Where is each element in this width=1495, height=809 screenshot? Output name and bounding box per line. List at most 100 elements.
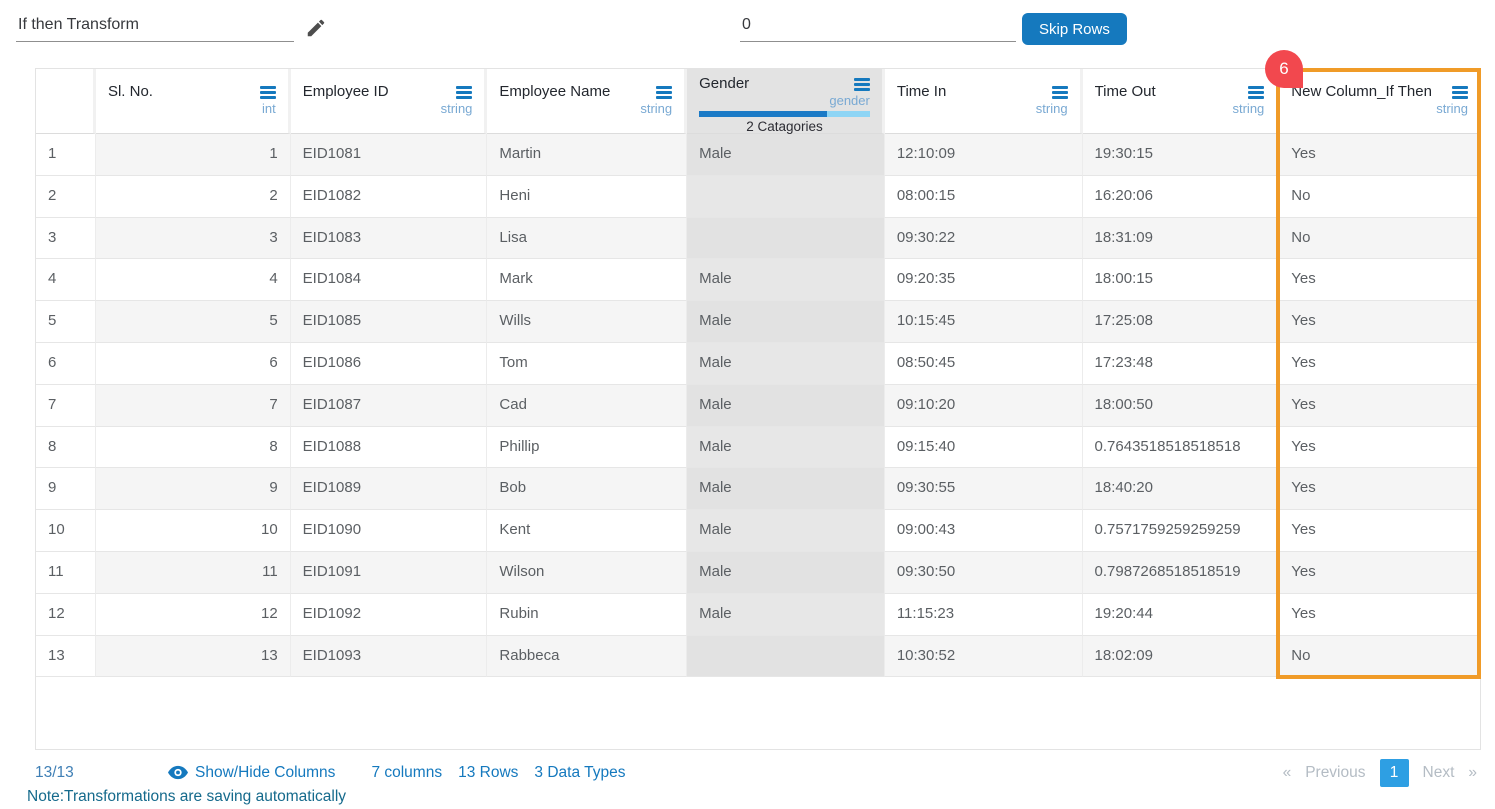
cell-sl: 5 [96, 301, 291, 343]
column-name: New Column_If Then [1291, 83, 1432, 100]
cell-new_col: Yes [1279, 510, 1480, 552]
cell-time_out: 18:02:09 [1083, 636, 1280, 678]
cell-eid: EID1091 [291, 552, 488, 594]
cell-sl: 13 [96, 636, 291, 678]
cell-rownum: 7 [36, 385, 96, 427]
cell-sl: 10 [96, 510, 291, 552]
cell-sl: 11 [96, 552, 291, 594]
previous-page-button[interactable]: Previous [1305, 764, 1365, 782]
cell-new_col: Yes [1279, 385, 1480, 427]
table-body: 11EID1081MartinMale12:10:0919:30:15Yes22… [36, 134, 1480, 677]
column-name: Sl. No. [108, 83, 153, 100]
cell-eid: EID1090 [291, 510, 488, 552]
cell-name: Rabbeca [487, 636, 687, 678]
cell-name: Tom [487, 343, 687, 385]
table-row: 99EID1089BobMale09:30:5518:40:20Yes [36, 468, 1480, 510]
cell-time_in: 09:30:22 [885, 218, 1083, 260]
skip-rows-button[interactable]: Skip Rows [1022, 13, 1127, 45]
cell-time_in: 08:00:15 [885, 176, 1083, 218]
table-row: 22EID1082Heni08:00:1516:20:06No [36, 176, 1480, 218]
cell-time_out: 19:20:44 [1083, 594, 1280, 636]
cell-sl: 2 [96, 176, 291, 218]
column-name: Gender [699, 75, 749, 92]
cell-gender: Male [687, 259, 885, 301]
column-menu-icon[interactable] [1248, 83, 1264, 99]
cell-time_in: 09:15:40 [885, 427, 1083, 469]
column-header-time_out[interactable]: Time Outstring [1083, 69, 1280, 134]
cell-eid: EID1081 [291, 134, 488, 176]
table-row: 88EID1088PhillipMale09:15:400.7643518518… [36, 427, 1480, 469]
cell-time_out: 0.7643518518518518 [1083, 427, 1280, 469]
pagination: « Previous 1 Next » [1283, 759, 1477, 787]
cell-time_out: 17:25:08 [1083, 301, 1280, 343]
column-type-label: string [499, 101, 672, 116]
cell-time_out: 16:20:06 [1083, 176, 1280, 218]
column-header-name[interactable]: Employee Namestring [487, 69, 687, 134]
column-name: Time In [897, 83, 946, 100]
cell-new_col: No [1279, 176, 1480, 218]
cell-new_col: No [1279, 636, 1480, 678]
cell-eid: EID1085 [291, 301, 488, 343]
cell-eid: EID1083 [291, 218, 488, 260]
column-menu-icon[interactable] [656, 83, 672, 99]
column-header-time_in[interactable]: Time Instring [885, 69, 1083, 134]
table-row: 44EID1084MarkMale09:20:3518:00:15Yes [36, 259, 1480, 301]
cell-rownum: 6 [36, 343, 96, 385]
cell-rownum: 5 [36, 301, 96, 343]
cell-new_col: Yes [1279, 301, 1480, 343]
column-menu-icon[interactable] [1052, 83, 1068, 99]
cell-gender: Male [687, 510, 885, 552]
step-badge: 6 [1265, 50, 1303, 88]
show-hide-columns-button[interactable]: Show/Hide Columns [168, 764, 335, 782]
current-page-button[interactable]: 1 [1380, 759, 1409, 787]
column-header-gender[interactable]: Gendergender2 Catagories [687, 69, 885, 134]
cell-gender: Male [687, 385, 885, 427]
cell-rownum: 10 [36, 510, 96, 552]
cell-name: Lisa [487, 218, 687, 260]
cell-eid: EID1082 [291, 176, 488, 218]
cell-sl: 9 [96, 468, 291, 510]
table-footer: 13/13 Show/Hide Columns 7 columns 13 Row… [35, 759, 1495, 786]
next-arrow[interactable]: » [1468, 764, 1477, 782]
cell-gender: Male [687, 343, 885, 385]
cell-time_out: 18:00:15 [1083, 259, 1280, 301]
cell-rownum: 11 [36, 552, 96, 594]
column-name: Employee Name [499, 83, 610, 100]
cell-new_col: Yes [1279, 259, 1480, 301]
cell-time_in: 10:30:52 [885, 636, 1083, 678]
eye-icon [168, 765, 188, 780]
previous-arrow[interactable]: « [1283, 764, 1292, 782]
rows-shown-indicator: 13/13 [35, 764, 90, 782]
cell-sl: 7 [96, 385, 291, 427]
column-header-eid[interactable]: Employee IDstring [291, 69, 488, 134]
table-row: 1010EID1090KentMale09:00:430.75717592592… [36, 510, 1480, 552]
transform-name-input[interactable] [16, 10, 294, 42]
column-name: Time Out [1095, 83, 1156, 100]
cell-name: Mark [487, 259, 687, 301]
column-header-new_col[interactable]: New Column_If Thenstring [1279, 69, 1480, 134]
table-row: 77EID1087CadMale09:10:2018:00:50Yes [36, 385, 1480, 427]
next-page-button[interactable]: Next [1423, 764, 1455, 782]
stat-data-types: 3 Data Types [534, 764, 625, 782]
column-menu-icon[interactable] [854, 75, 870, 91]
cell-rownum: 2 [36, 176, 96, 218]
table-row: 55EID1085WillsMale10:15:4517:25:08Yes [36, 301, 1480, 343]
table-stats: 7 columns 13 Rows 3 Data Types [371, 764, 625, 782]
cell-gender [687, 636, 885, 678]
column-menu-icon[interactable] [456, 83, 472, 99]
cell-new_col: Yes [1279, 552, 1480, 594]
cell-gender: Male [687, 427, 885, 469]
edit-transform-button[interactable] [303, 16, 329, 42]
table-row: 33EID1083Lisa09:30:2218:31:09No [36, 218, 1480, 260]
cell-new_col: Yes [1279, 134, 1480, 176]
table-row: 1212EID1092RubinMale11:15:2319:20:44Yes [36, 594, 1480, 636]
column-header-sl[interactable]: Sl. No.int [96, 69, 291, 134]
cell-gender: Male [687, 301, 885, 343]
column-menu-icon[interactable] [1452, 83, 1468, 99]
column-menu-icon[interactable] [260, 83, 276, 99]
skip-rows-input[interactable] [740, 10, 1016, 42]
cell-gender: Male [687, 134, 885, 176]
column-type-label: string [303, 101, 473, 116]
cell-rownum: 9 [36, 468, 96, 510]
cell-rownum: 3 [36, 218, 96, 260]
